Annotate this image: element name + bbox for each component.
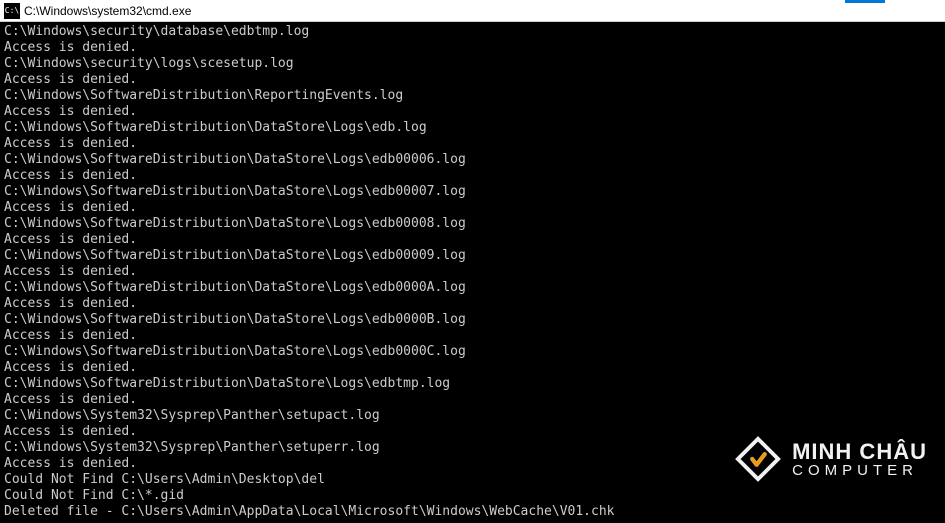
terminal-line: Access is denied. (4, 72, 941, 88)
terminal-output[interactable]: C:\Windows\security\database\edbtmp.logA… (0, 22, 945, 523)
terminal-line: C:\Windows\SoftwareDistribution\DataStor… (4, 344, 941, 360)
terminal-line: C:\Windows\System32\Sysprep\Panther\setu… (4, 440, 941, 456)
terminal-line: C:\Windows\SoftwareDistribution\DataStor… (4, 184, 941, 200)
terminal-line: Could Not Find C:\Users\Admin\Desktop\de… (4, 472, 941, 488)
terminal-line: Access is denied. (4, 104, 941, 120)
terminal-line: Access is denied. (4, 456, 941, 472)
terminal-line: C:\Windows\SoftwareDistribution\DataStor… (4, 312, 941, 328)
terminal-line: Access is denied. (4, 424, 941, 440)
terminal-line: C:\Windows\SoftwareDistribution\DataStor… (4, 216, 941, 232)
terminal-line: Access is denied. (4, 136, 941, 152)
cmd-icon: C:\ (4, 3, 20, 19)
terminal-line: C:\Windows\security\logs\scesetup.log (4, 56, 941, 72)
terminal-line: C:\Windows\SoftwareDistribution\DataStor… (4, 280, 941, 296)
terminal-line: Access is denied. (4, 264, 941, 280)
terminal-line: Access is denied. (4, 392, 941, 408)
terminal-line: Access is denied. (4, 296, 941, 312)
terminal-line: Access is denied. (4, 168, 941, 184)
terminal-line: Access is denied. (4, 200, 941, 216)
terminal-line: Could Not Find C:\*.gid (4, 488, 941, 504)
terminal-line: C:\Windows\SoftwareDistribution\DataStor… (4, 152, 941, 168)
terminal-line: C:\Windows\SoftwareDistribution\DataStor… (4, 248, 941, 264)
terminal-line: C:\Windows\System32\Sysprep\Panther\setu… (4, 408, 941, 424)
terminal-line: C:\Windows\SoftwareDistribution\Reportin… (4, 88, 941, 104)
terminal-line: C:\Windows\security\database\edbtmp.log (4, 24, 941, 40)
window-title: C:\Windows\system32\cmd.exe (24, 4, 191, 18)
terminal-line: Access is denied. (4, 360, 941, 376)
titlebar[interactable]: C:\ C:\Windows\system32\cmd.exe (0, 0, 945, 22)
terminal-line: Access is denied. (4, 232, 941, 248)
terminal-line: C:\Windows\SoftwareDistribution\DataStor… (4, 376, 941, 392)
terminal-line: Access is denied. (4, 328, 941, 344)
terminal-line: Access is denied. (4, 40, 941, 56)
terminal-line: C:\Windows\SoftwareDistribution\DataStor… (4, 120, 941, 136)
window-accent-edge (845, 0, 885, 3)
terminal-line: Deleted file - C:\Users\Admin\AppData\Lo… (4, 504, 941, 520)
